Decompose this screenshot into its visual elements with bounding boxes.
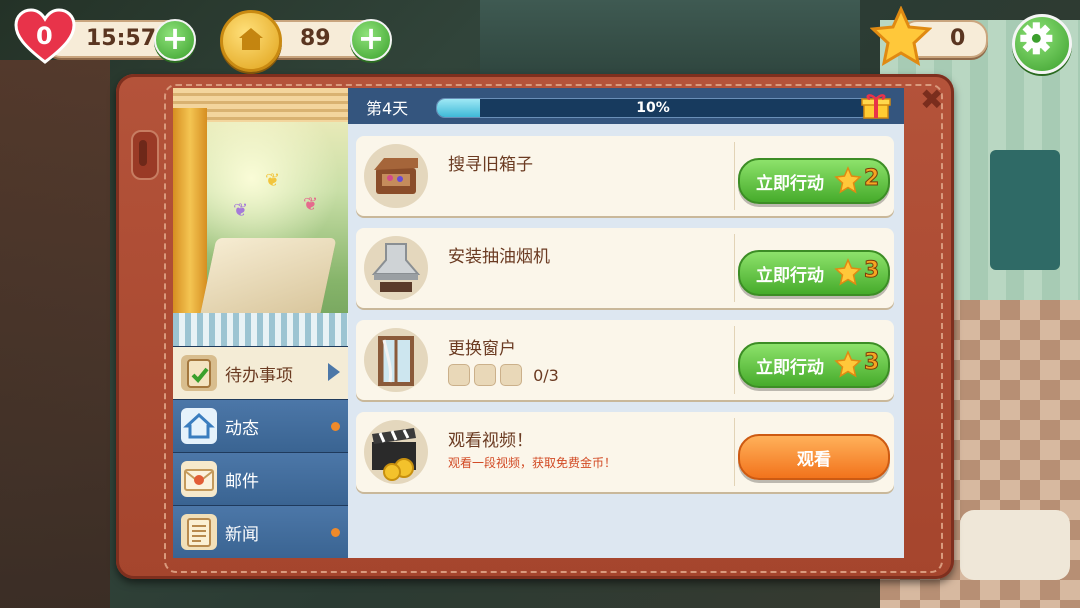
illustration-sill — [173, 313, 348, 346]
nav-todo[interactable]: 待办事项 — [173, 346, 348, 399]
close-button[interactable]: ✖ — [920, 83, 943, 116]
day-progress-header: 第4天 10% — [348, 88, 904, 124]
nav-news[interactable]: 新闻 — [173, 505, 348, 558]
task-progress-slots: 0/3 — [448, 364, 559, 386]
task-title: 搜寻旧箱子 — [448, 155, 533, 175]
scene-sofa — [960, 510, 1070, 580]
newspaper-icon — [181, 514, 217, 550]
video-title: 观看视频！ — [448, 431, 533, 451]
watch-label: 观看 — [797, 450, 831, 470]
house-activity-icon — [181, 408, 217, 444]
gift-icon[interactable] — [861, 92, 891, 120]
illustration-book — [199, 238, 337, 318]
butterfly-icon: ❦ — [303, 194, 319, 215]
progress-slot — [448, 364, 470, 386]
card-divider — [734, 234, 735, 302]
scene-cabinet — [990, 150, 1060, 270]
board-clasp — [131, 130, 159, 180]
task-card: 更换窗户 0/3 立即行动 3 — [356, 320, 894, 400]
progress-slot — [474, 364, 496, 386]
star-cost: 3 — [863, 350, 880, 376]
task-progress-count: 0/3 — [533, 365, 559, 385]
lives-count: 0 — [36, 22, 53, 50]
task-title: 安装抽油烟机 — [448, 247, 550, 267]
nav-activity[interactable]: 动态 — [173, 399, 348, 452]
star-icon — [870, 6, 932, 66]
day-progress-bar: 10% — [436, 98, 870, 118]
task-title: 更换窗户 — [448, 339, 516, 359]
window-thumbnail — [364, 328, 428, 392]
add-lives-button[interactable]: + — [154, 19, 196, 61]
scene-wall-left — [0, 60, 110, 608]
card-divider — [734, 142, 735, 210]
progress-slot — [500, 364, 522, 386]
video-subtitle: 观看一段视频，获取免费金币！ — [448, 456, 617, 470]
notification-dot — [331, 528, 340, 537]
scene-window-top — [480, 0, 860, 75]
add-coins-button[interactable]: + — [350, 19, 392, 61]
notification-dot — [331, 422, 340, 431]
video-reward-card: 观看视频！ 观看一段视频，获取免费金币！ 观看 — [356, 412, 894, 492]
day-label: 第4天 — [366, 99, 409, 118]
nav-mail[interactable]: 邮件 — [173, 452, 348, 505]
nav-mail-label: 邮件 — [225, 472, 259, 492]
star-icon — [834, 166, 862, 194]
old-chest-thumbnail — [364, 144, 428, 208]
coins-count: 89 — [300, 26, 331, 51]
act-now-button[interactable]: 立即行动 3 — [738, 250, 890, 296]
settings-button[interactable] — [1012, 14, 1072, 74]
star-icon — [834, 258, 862, 286]
act-now-button[interactable]: 立即行动 3 — [738, 342, 890, 388]
range-hood-thumbnail — [364, 236, 428, 300]
clipboard-icon — [181, 355, 217, 391]
task-card: 安装抽油烟机 立即行动 3 — [356, 228, 894, 308]
butterfly-icon: ❦ — [265, 170, 281, 191]
nav-activity-label: 动态 — [225, 419, 259, 439]
act-now-label: 立即行动 — [756, 174, 824, 194]
star-cost: 2 — [863, 166, 880, 192]
gear-icon — [1020, 22, 1053, 55]
nav-news-label: 新闻 — [225, 525, 259, 545]
act-now-label: 立即行动 — [756, 266, 824, 286]
lives-timer: 15:57 — [86, 26, 157, 51]
stars-count: 0 — [950, 26, 966, 51]
active-arrow-icon — [328, 363, 340, 381]
task-card: 搜寻旧箱子 立即行动 2 — [356, 136, 894, 216]
clapperboard-thumbnail — [364, 420, 428, 484]
card-divider — [734, 418, 735, 486]
watch-video-button[interactable]: 观看 — [738, 434, 890, 480]
window-book-illustration: ❦ ❦ ❦ — [173, 88, 348, 346]
coin-icon — [220, 10, 282, 72]
butterfly-icon: ❦ — [233, 200, 249, 221]
left-sidebar: ❦ ❦ ❦ 待办事项 动态 邮件 新闻 — [173, 88, 348, 558]
star-cost: 3 — [863, 258, 880, 284]
house-icon — [239, 28, 263, 50]
nav-todo-label: 待办事项 — [225, 366, 293, 386]
day-progress-text: 10% — [636, 100, 670, 116]
task-list-panel: 第4天 10% 搜寻旧箱子 立即行动 2 安装抽油烟机 立即行动 3 更换窗户 … — [348, 88, 904, 558]
envelope-icon — [181, 461, 217, 497]
act-now-label: 立即行动 — [756, 358, 824, 378]
act-now-button[interactable]: 立即行动 2 — [738, 158, 890, 204]
star-icon — [834, 350, 862, 378]
card-divider — [734, 326, 735, 394]
